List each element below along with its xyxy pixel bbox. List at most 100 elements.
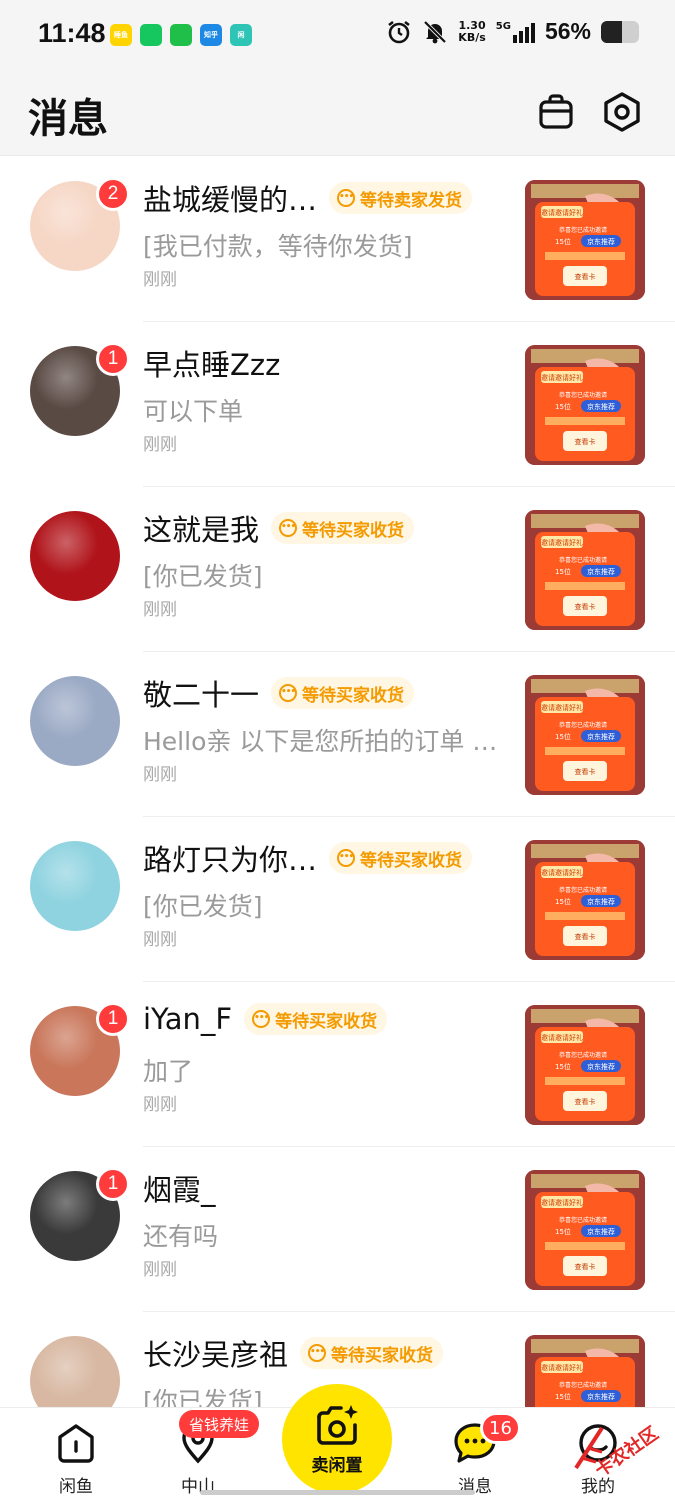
svg-text:查看卡: 查看卡 — [575, 1262, 596, 1271]
contact-name: 这就是我 — [143, 513, 260, 547]
name-row: 长沙吴彦祖 ••• 等待买家收货 — [143, 1332, 444, 1374]
avatar[interactable] — [30, 841, 120, 931]
more-dots-icon: ••• — [337, 189, 356, 207]
svg-text:15位: 15位 — [555, 1227, 571, 1236]
contact-name: 盐城缓慢的… — [143, 183, 318, 217]
name-row: iYan_F ••• 等待买家收货 — [143, 1002, 388, 1036]
name-row: 敬二十一 ••• 等待买家收货 — [143, 672, 415, 714]
settings-icon — [604, 92, 640, 132]
item-thumbnail[interactable]: 邀请邀请好礼恭喜您已成功邀请 15位 京东推荐查看卡 — [525, 675, 645, 795]
more-dots-icon: ••• — [279, 519, 298, 537]
svg-text:京东推荐: 京东推荐 — [587, 1392, 615, 1401]
name-row: 这就是我 ••• 等待买家收货 — [143, 507, 415, 549]
shop-bag-icon — [539, 94, 573, 129]
svg-text:恭喜您已成功邀请: 恭喜您已成功邀请 — [559, 556, 607, 564]
contact-name: 早点睡Zzz — [143, 348, 281, 382]
svg-text:恭喜您已成功邀请: 恭喜您已成功邀请 — [559, 1216, 607, 1224]
name-row: 路灯只为你… ••• 等待买家收货 — [143, 837, 473, 879]
order-status-tag: ••• 等待买家收货 — [329, 842, 473, 874]
order-status-tag: ••• 等待买家收货 — [300, 1337, 444, 1369]
xianyu-app-icon: 闲 — [230, 24, 252, 46]
item-thumbnail[interactable]: 邀请邀请好礼恭喜您已成功邀请 15位 京东推荐查看卡 — [525, 1005, 645, 1125]
page-title: 消息 — [28, 96, 108, 142]
camera-sparkle-icon — [317, 1404, 358, 1445]
conversation-row[interactable]: 敬二十一 ••• 等待买家收货 Hello亲 以下是您所拍的订单 … 刚刚 邀请邀请好礼恭… — [0, 652, 675, 817]
timestamp: 刚刚 — [143, 600, 177, 620]
timestamp: 刚刚 — [143, 765, 177, 785]
item-thumbnail[interactable]: 邀请邀请好礼恭喜您已成功邀请 15位 京东推荐查看卡 — [525, 840, 645, 960]
svg-text:15位: 15位 — [555, 1062, 571, 1071]
order-status-tag: ••• 等待卖家发货 — [329, 182, 473, 214]
status-right: 1.30 KB/s 5G 56% — [386, 18, 639, 45]
order-status-tag: ••• 等待买家收货 — [271, 512, 415, 544]
svg-text:查看卡: 查看卡 — [575, 437, 596, 446]
alarm-icon — [388, 20, 411, 43]
message-preview: Hello亲 以下是您所拍的订单 … — [143, 727, 498, 756]
conversation-row[interactable]: 1 早点睡Zzz 可以下单 刚刚 邀请邀请好礼 恭喜您已成功邀请 15位 京东推荐 查看卡 — [0, 322, 675, 487]
svg-text:15位: 15位 — [555, 237, 571, 246]
item-thumbnail[interactable]: 邀请邀请好礼恭喜您已成功邀请 15位 京东推荐查看卡 — [525, 345, 645, 465]
svg-text:恭喜您已成功邀请: 恭喜您已成功邀请 — [559, 226, 607, 234]
conversation-row[interactable]: 路灯只为你… ••• 等待买家收货 [你已发货] 刚刚 邀请邀请好礼 恭喜您已成功邀请 15位… — [0, 817, 675, 982]
svg-text:邀请邀请好礼: 邀请邀请好礼 — [541, 373, 583, 382]
home-indicator — [200, 1490, 475, 1495]
svg-text:邀请邀请好礼: 邀请邀请好礼 — [541, 1033, 583, 1042]
svg-text:查看卡: 查看卡 — [575, 602, 596, 611]
more-dots-icon: ••• — [279, 684, 298, 702]
avatar[interactable] — [30, 676, 120, 766]
svg-text:15位: 15位 — [555, 402, 571, 411]
signal-icon: 5G — [496, 21, 535, 43]
conversation-row[interactable]: 2 盐城缓慢的… ••• 等待卖家发货 [我已付款，等待你发货] 刚刚 邀请邀请好礼 恭喜您已… — [0, 157, 675, 322]
message-preview: 加了 — [143, 1057, 194, 1086]
svg-text:15位: 15位 — [555, 567, 571, 576]
message-preview: 可以下单 — [143, 397, 244, 426]
svg-text:邀请邀请好礼: 邀请邀请好礼 — [541, 868, 583, 877]
battery-icon — [601, 20, 639, 43]
notification-icons: 睡鱼 知乎闲 — [110, 24, 252, 46]
svg-text:邀请邀请好礼: 邀请邀请好礼 — [541, 208, 583, 217]
svg-text:恭喜您已成功邀请: 恭喜您已成功邀请 — [559, 886, 607, 894]
promo-badge: 省钱养娃 — [179, 1410, 260, 1438]
sell-item-button[interactable]: 卖闲置 — [282, 1384, 392, 1494]
unread-badge: 1 — [96, 1167, 130, 1201]
tab-xianyu[interactable]: 闲鱼 — [31, 1420, 121, 1497]
clock: 11:48 — [38, 18, 106, 48]
svg-text:京东推荐: 京东推荐 — [587, 897, 615, 906]
battery-percent: 56% — [544, 18, 591, 44]
svg-text:查看卡: 查看卡 — [575, 1097, 596, 1106]
conversation-row[interactable]: 1 烟霞_ 还有吗 刚刚 邀请邀请好礼 恭喜您已成功邀请 15位 京东推荐 查看卡 — [0, 1147, 675, 1312]
avatar[interactable] — [30, 511, 120, 601]
item-thumbnail[interactable]: 邀请邀请好礼恭喜您已成功邀请 15位 京东推荐查看卡 — [525, 180, 645, 300]
unread-badge: 2 — [96, 177, 130, 211]
contact-name: iYan_F — [143, 1002, 233, 1036]
contact-name: 长沙吴彦祖 — [143, 1338, 289, 1372]
message-preview: [你已发货] — [143, 562, 263, 591]
svg-text:恭喜您已成功邀请: 恭喜您已成功邀请 — [559, 1051, 607, 1059]
top-nav: 消息 — [0, 72, 675, 156]
wechat-app-icon — [170, 24, 192, 46]
svg-text:恭喜您已成功邀请: 恭喜您已成功邀请 — [559, 391, 607, 399]
svg-text:恭喜您已成功邀请: 恭喜您已成功邀请 — [559, 1381, 607, 1389]
timestamp: 刚刚 — [143, 270, 177, 290]
conversation-list: 2 盐城缓慢的… ••• 等待卖家发货 [我已付款，等待你发货] 刚刚 邀请邀请好礼 恭喜您已… — [0, 157, 675, 1477]
order-status-tag: ••• 等待买家收货 — [244, 1003, 388, 1035]
message-preview: 还有吗 — [143, 1222, 219, 1251]
svg-text:京东推荐: 京东推荐 — [587, 1062, 615, 1071]
settings-button[interactable] — [600, 90, 644, 134]
unread-badge: 1 — [96, 1002, 130, 1036]
unread-badge: 1 — [96, 342, 130, 376]
item-thumbnail[interactable]: 邀请邀请好礼恭喜您已成功邀请 15位 京东推荐查看卡 — [525, 510, 645, 630]
svg-text:15位: 15位 — [555, 897, 571, 906]
name-row: 早点睡Zzz — [143, 342, 280, 384]
svg-text:查看卡: 查看卡 — [575, 932, 596, 941]
conversation-row[interactable]: 这就是我 ••• 等待买家收货 [你已发货] 刚刚 邀请邀请好礼 恭喜您已成功邀请 15位 京东… — [0, 487, 675, 652]
message-count-badge: 16 — [480, 1412, 521, 1444]
weather-app-icon: 睡鱼 — [110, 24, 132, 46]
timestamp: 刚刚 — [143, 1260, 177, 1280]
name-row: 烟霞_ — [143, 1167, 216, 1209]
shop-bag-button[interactable] — [534, 90, 578, 134]
conversation-row[interactable]: 1 iYan_F ••• 等待买家收货 加了 刚刚 邀请邀请好礼 恭喜您已成功邀请 15位 京东推… — [0, 982, 675, 1147]
zhihu-app-icon: 知乎 — [200, 24, 222, 46]
svg-text:恭喜您已成功邀请: 恭喜您已成功邀请 — [559, 721, 607, 729]
item-thumbnail[interactable]: 邀请邀请好礼恭喜您已成功邀请 15位 京东推荐查看卡 — [525, 1170, 645, 1290]
